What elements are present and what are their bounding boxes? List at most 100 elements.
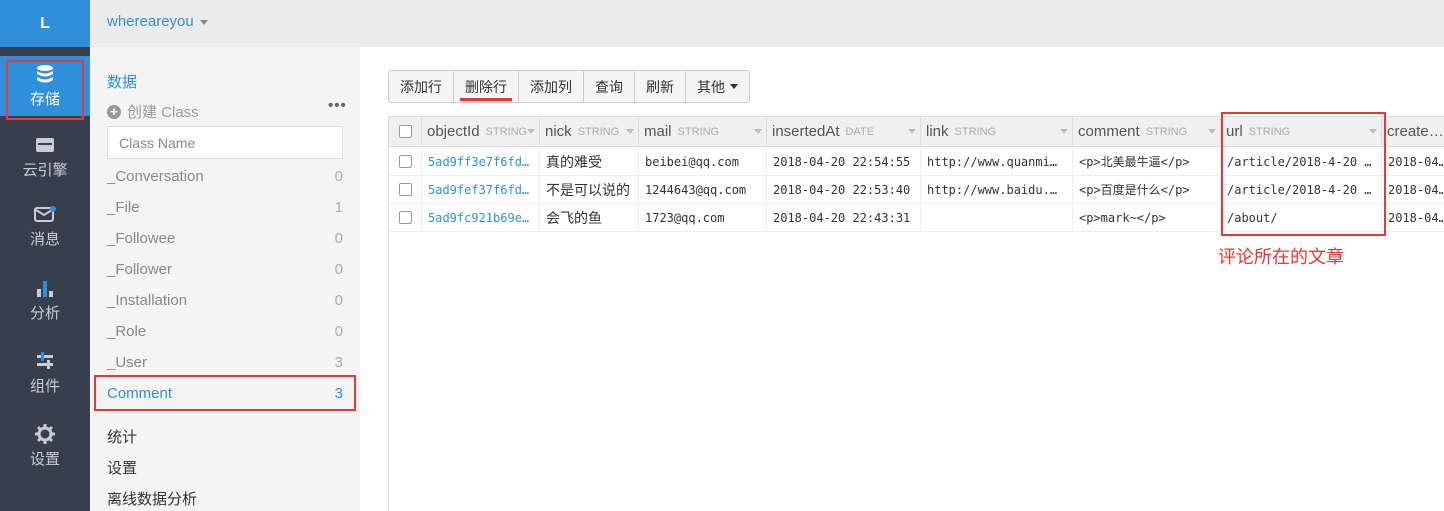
section-title-data[interactable]: 数据 <box>107 71 137 92</box>
select-all-checkbox-cell[interactable] <box>389 117 422 147</box>
add-row-button[interactable]: 添加行 <box>389 71 454 102</box>
highlight-box-url-column <box>1221 112 1386 236</box>
app-switcher[interactable]: whereareyou <box>107 13 208 30</box>
row-checkbox[interactable] <box>398 155 412 168</box>
class-item-conversation[interactable]: _Conversation 0 <box>107 163 343 189</box>
nav-label: 组件 <box>29 377 60 395</box>
table-cell[interactable]: 2018-04-20 22:43:31 <box>767 204 921 232</box>
delete-row-button[interactable]: 删除行 <box>454 71 519 102</box>
query-button[interactable]: 查询 <box>584 71 635 102</box>
add-column-button[interactable]: 添加列 <box>519 71 584 102</box>
column-menu-caret-icon[interactable] <box>626 129 634 134</box>
class-item-followee[interactable]: _Followee 0 <box>107 225 343 251</box>
table-cell[interactable]: http://www.baidu.… <box>921 176 1073 204</box>
column-name: comment <box>1078 123 1140 140</box>
class-name: _User <box>107 353 148 371</box>
column-type: STRING <box>485 125 528 138</box>
table-cell[interactable]: 2018-04-20 22:54:55 <box>767 148 921 176</box>
row-checkbox-cell[interactable] <box>389 148 422 176</box>
nav-label: 云引擎 <box>22 161 68 179</box>
link-settings[interactable]: 设置 <box>107 457 137 478</box>
select-all-checkbox[interactable] <box>398 125 412 138</box>
other-dropdown-button[interactable]: 其他 <box>686 71 749 102</box>
table-cell[interactable]: 5ad9fef37f6fd… <box>422 176 540 204</box>
table-cell[interactable]: 不是可以说的 <box>540 176 639 204</box>
row-checkbox[interactable] <box>398 183 412 196</box>
class-item-user[interactable]: _User 3 <box>107 349 343 375</box>
column-header[interactable]: objectId STRING <box>422 117 540 147</box>
column-menu-caret-icon[interactable] <box>527 129 535 134</box>
table-cell[interactable]: 真的难受 <box>540 148 639 176</box>
create-class-button[interactable]: + 创建 Class <box>107 101 199 122</box>
column-menu-caret-icon[interactable] <box>908 129 916 134</box>
table-cell[interactable]: http://www.quanmi… <box>921 148 1073 176</box>
table-cell[interactable]: beibei@qq.com <box>639 148 767 176</box>
column-name: link <box>926 123 949 140</box>
link-offline-analysis[interactable]: 离线数据分析 <box>107 488 197 509</box>
gear-icon <box>34 423 56 444</box>
column-name: create… <box>1387 123 1444 140</box>
class-name-search-input[interactable] <box>107 126 343 159</box>
highlight-box-comment <box>94 375 356 411</box>
more-options-icon[interactable]: ••• <box>328 97 347 114</box>
class-count: 1 <box>334 198 343 216</box>
class-item-follower[interactable]: _Follower 0 <box>107 256 343 282</box>
class-count: 0 <box>334 167 343 185</box>
table-cell[interactable]: <p>mark~</p> <box>1073 204 1221 232</box>
app-name: whereareyou <box>107 13 194 30</box>
nav-item-components[interactable]: 组件 <box>0 343 90 403</box>
column-name: mail <box>644 123 672 140</box>
class-sidebar: 数据 + 创建 Class ••• _Conversation0 _File1 … <box>90 47 360 511</box>
column-header[interactable]: insertedAt DATE <box>767 117 921 147</box>
row-checkbox-cell[interactable] <box>389 176 422 204</box>
table-cell[interactable]: 5ad9fc921b69e… <box>422 204 540 232</box>
class-count: 0 <box>334 291 343 309</box>
refresh-button[interactable]: 刷新 <box>635 71 686 102</box>
table-cell[interactable]: 会飞的鱼 <box>540 204 639 232</box>
table-cell[interactable]: 2018-04… <box>1382 148 1444 176</box>
link-statistics[interactable]: 统计 <box>107 426 137 447</box>
table-cell[interactable]: 2018-04… <box>1382 176 1444 204</box>
table-cell[interactable]: 2018-04-20 22:53:40 <box>767 176 921 204</box>
row-checkbox[interactable] <box>398 211 412 224</box>
column-type: DATE <box>845 125 875 138</box>
server-icon <box>34 135 56 155</box>
data-toolbar: 添加行 删除行 添加列 查询 刷新 其他 <box>388 70 750 103</box>
nav-item-messages[interactable]: 消息 <box>0 196 90 256</box>
column-menu-caret-icon[interactable] <box>1208 129 1216 134</box>
app-logo[interactable]: L <box>0 0 90 47</box>
column-header[interactable]: link STRING <box>921 117 1073 147</box>
table-cell[interactable]: 1723@qq.com <box>639 204 767 232</box>
table-cell[interactable]: 1244643@qq.com <box>639 176 767 204</box>
column-name: nick <box>545 123 572 140</box>
nav-item-storage[interactable]: 存储 <box>0 56 90 120</box>
column-header[interactable]: create… <box>1382 117 1444 147</box>
nav-item-analytics[interactable]: 分析 <box>0 270 90 330</box>
annotation-text: 评论所在的文章 <box>1218 247 1344 267</box>
row-checkbox-cell[interactable] <box>389 204 422 232</box>
table-cell[interactable]: 5ad9ff3e7f6fd… <box>422 148 540 176</box>
class-item-installation[interactable]: _Installation 0 <box>107 287 343 313</box>
chevron-down-icon <box>199 19 208 25</box>
sliders-icon <box>34 351 56 371</box>
class-count: 0 <box>334 322 343 340</box>
table-cell[interactable]: <p>北美最牛逼</p> <box>1073 148 1221 176</box>
column-header[interactable]: comment STRING <box>1073 117 1221 147</box>
column-header[interactable]: mail STRING <box>639 117 767 147</box>
table-cell[interactable]: <p>百度是什么</p> <box>1073 176 1221 204</box>
nav-label: 分析 <box>29 304 60 322</box>
table-cell[interactable] <box>921 204 1073 232</box>
class-item-file[interactable]: _File 1 <box>107 194 343 220</box>
nav-item-settings[interactable]: 设置 <box>0 416 90 476</box>
nav-item-cloud-engine[interactable]: 云引擎 <box>0 127 90 187</box>
nav-label: 存储 <box>29 90 60 108</box>
class-item-role[interactable]: _Role 0 <box>107 318 343 344</box>
column-menu-caret-icon[interactable] <box>1060 129 1068 134</box>
column-menu-caret-icon[interactable] <box>754 129 762 134</box>
mail-icon <box>34 204 56 224</box>
top-bar: whereareyou <box>90 0 1444 47</box>
table-cell[interactable]: 2018-04… <box>1382 204 1444 232</box>
create-class-label: 创建 Class <box>127 104 199 121</box>
column-header[interactable]: nick STRING <box>540 117 639 147</box>
main-nav: L 存储 云引擎 消息 分析 组件 设置 <box>0 0 90 511</box>
